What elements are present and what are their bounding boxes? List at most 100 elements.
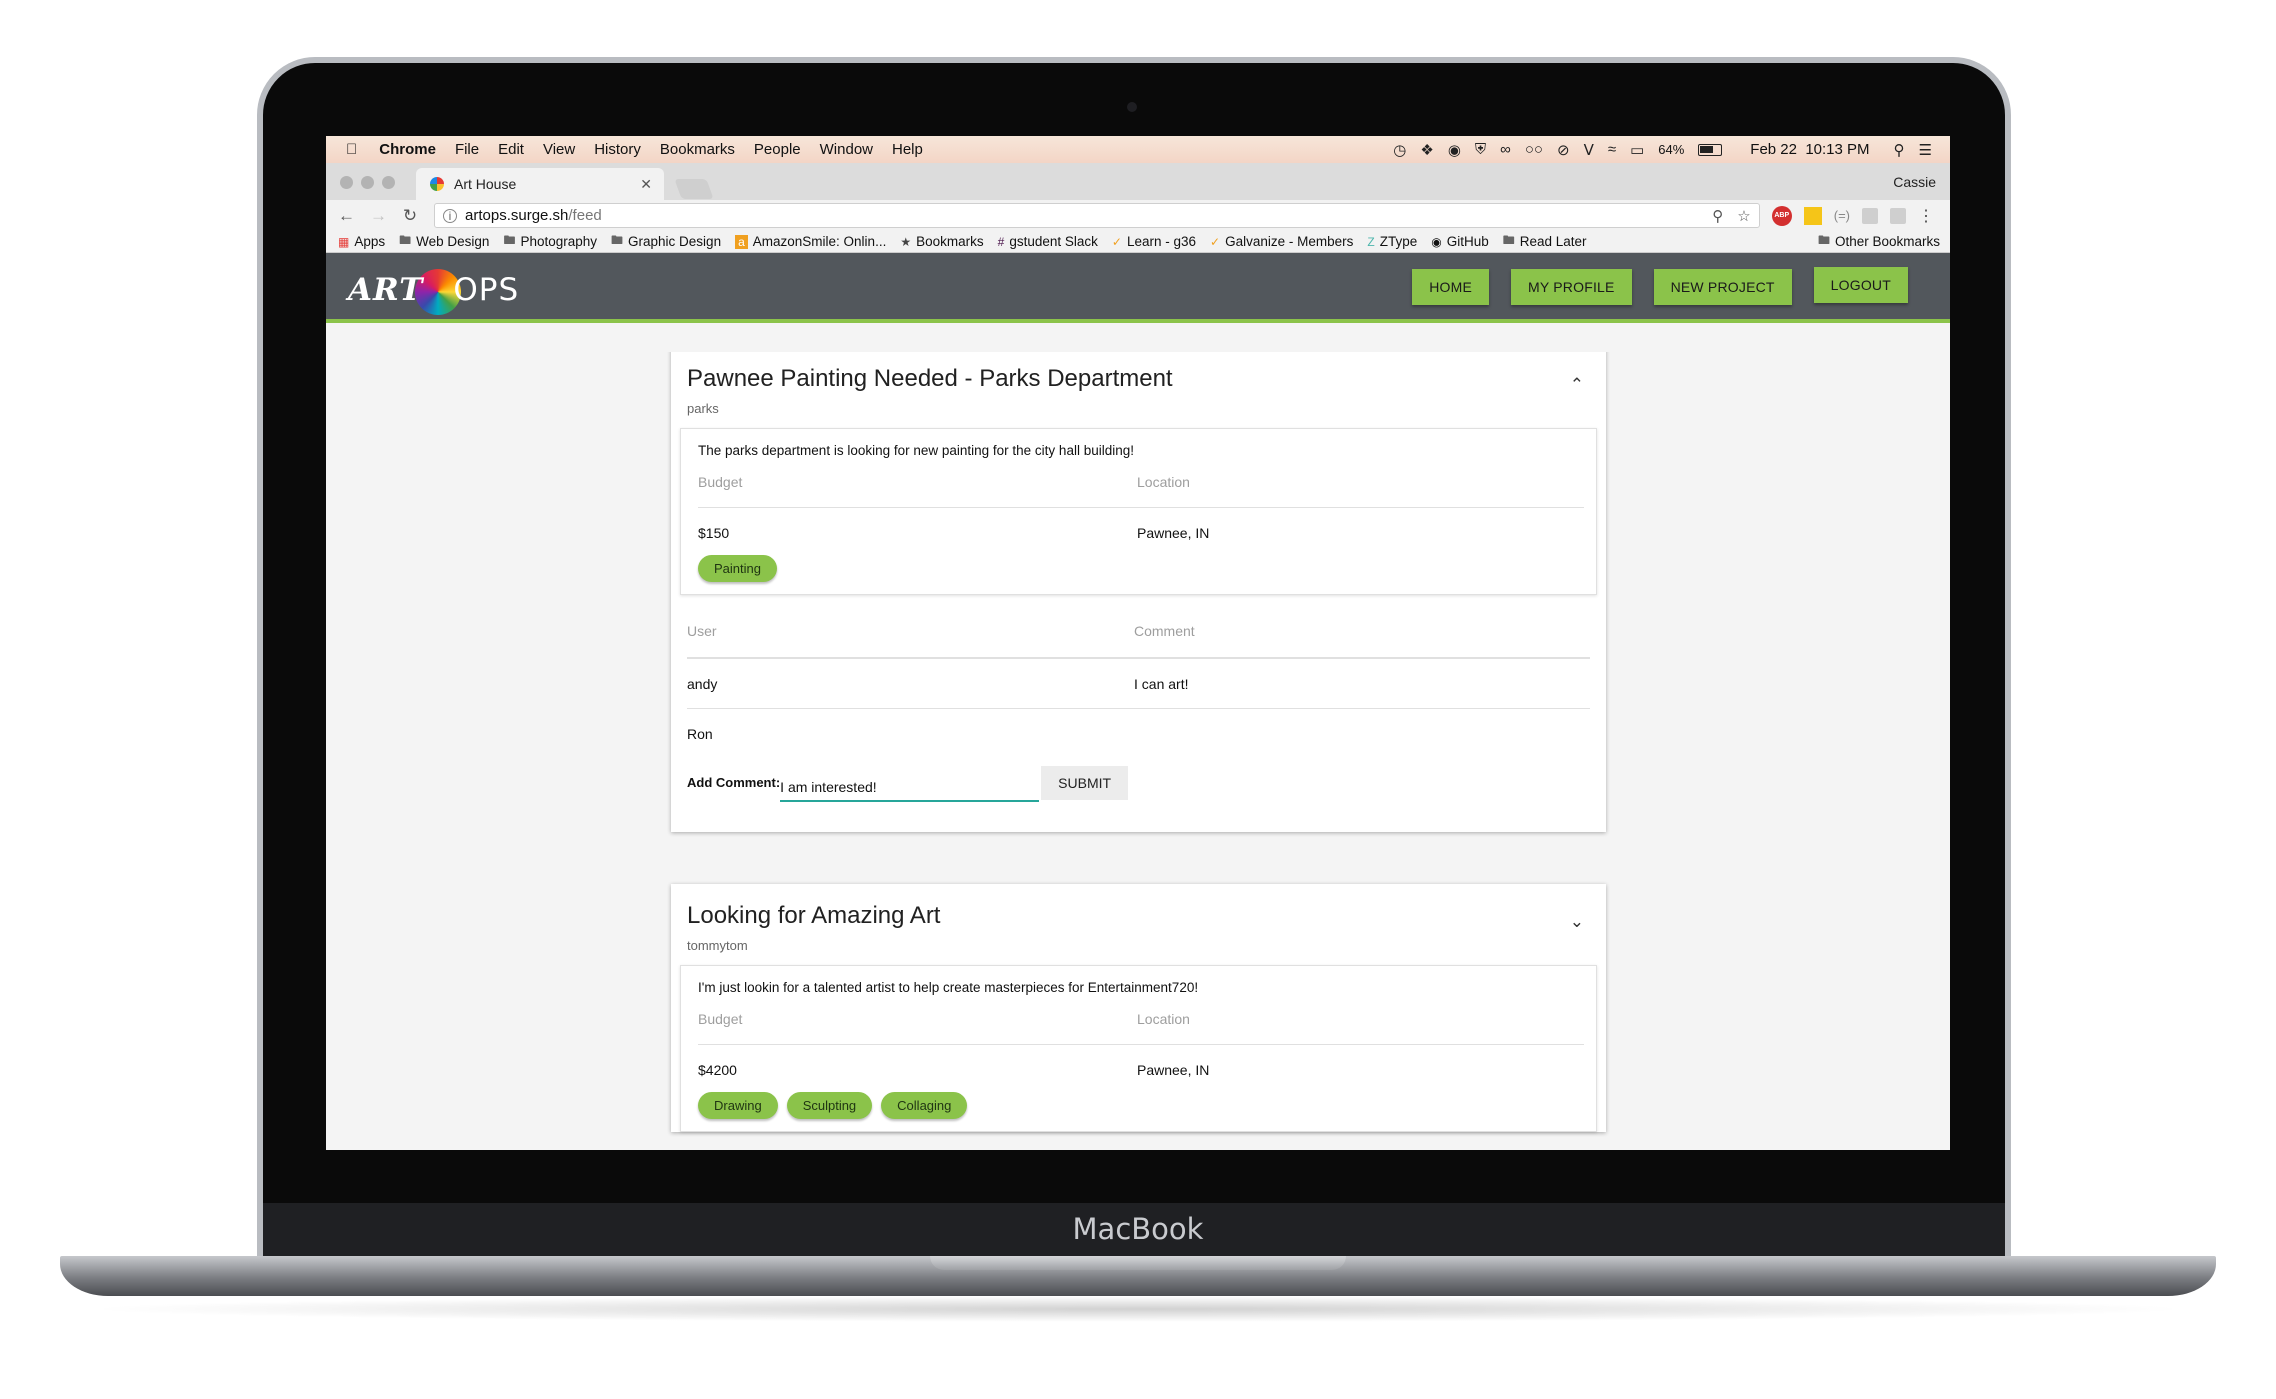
budget-value: $4200 — [698, 1062, 737, 1078]
chrome-menu-icon[interactable]: ⋮ — [1918, 206, 1934, 226]
home-button[interactable]: HOME — [1412, 269, 1490, 305]
bookmark-learn-g36[interactable]: ✓ Learn - g36 — [1112, 234, 1196, 249]
extension-gray-icon[interactable] — [1862, 207, 1878, 224]
bookmark-apps[interactable]: ▦ Apps — [338, 234, 385, 249]
dropbox-icon[interactable]: ❖ — [1420, 141, 1433, 159]
menu-bookmarks[interactable]: Bookmarks — [660, 141, 735, 158]
blocked-icon[interactable]: ⊘ — [1557, 141, 1570, 159]
zoom-search-icon[interactable]: ⚲ — [1712, 207, 1723, 225]
spotlight-icon[interactable]: ⚲ — [1894, 141, 1905, 159]
menu-chrome[interactable]: Chrome — [379, 141, 436, 158]
star-icon: ★ — [900, 234, 912, 249]
macos-menubar:  Chrome File Edit View History Bookmark… — [326, 136, 1950, 163]
window-controls — [340, 176, 395, 189]
app-header: ART OPS HOME MY PROFILE NEW PROJECT LOGO… — [326, 253, 1950, 323]
notification-center-icon[interactable]: ☰ — [1919, 141, 1932, 159]
wifi-icon[interactable]: ≈ — [1608, 141, 1616, 158]
menu-people[interactable]: People — [754, 141, 801, 158]
comment-user: Ron — [687, 726, 713, 742]
clock[interactable]: Feb 22 10:13 PM — [1750, 141, 1869, 158]
galvanize-icon: ✓ — [1210, 234, 1221, 249]
ztype-icon: Z — [1367, 234, 1375, 249]
my-profile-button[interactable]: MY PROFILE — [1511, 269, 1632, 305]
tab-close-icon[interactable]: ✕ — [640, 176, 652, 193]
bookmark-photography[interactable]: 🖿 Photography — [503, 231, 597, 252]
amazon-icon: a — [735, 234, 748, 249]
location-value: Pawnee, IN — [1137, 1062, 1210, 1078]
new-tab-button[interactable] — [674, 179, 714, 199]
menu-history[interactable]: History — [594, 141, 641, 158]
new-project-button[interactable]: NEW PROJECT — [1653, 269, 1792, 305]
extension-k-icon[interactable] — [1890, 207, 1906, 224]
project-owner: tommytom — [687, 938, 748, 953]
project-card-header[interactable]: Looking for Amazing Art tommytom ⌄ — [671, 884, 1606, 953]
forward-icon[interactable]: → — [370, 206, 387, 226]
bookmarks-bar: ▦ Apps 🖿 Web Design 🖿 Photography 🖿 Graphic … — [326, 231, 1950, 253]
menu-edit[interactable]: Edit — [498, 141, 524, 158]
location-header: Location — [1137, 458, 1584, 508]
minimize-window-button[interactable] — [361, 176, 374, 189]
bookmark-star-icon[interactable]: ☆ — [1737, 207, 1750, 225]
menu-window[interactable]: Window — [820, 141, 873, 158]
bookmark-github[interactable]: ◉ GitHub — [1431, 234, 1489, 249]
link-icon[interactable]: ∞ — [1500, 141, 1511, 158]
back-icon[interactable]: ← — [338, 206, 355, 226]
address-bar[interactable]: i artops.surge.sh /feed ⚲ ☆ — [434, 203, 1760, 228]
chevron-down-icon[interactable]: ⌄ — [1570, 912, 1584, 932]
bookmark-label: Read Later — [1519, 234, 1587, 249]
bookmark-label: Photography — [520, 234, 598, 249]
bookmark-label: Other Bookmarks — [1834, 234, 1940, 249]
airplay-icon[interactable]: ▭ — [1630, 141, 1644, 159]
apple-icon[interactable]:  — [346, 141, 357, 158]
submit-button[interactable]: SUBMIT — [1041, 766, 1129, 800]
tab-art-house[interactable]: Art House ✕ — [416, 168, 664, 200]
bookmark-graphic-design[interactable]: 🖿 Graphic Design — [611, 231, 721, 252]
comment-user: andy — [687, 676, 718, 692]
comment-text — [1134, 709, 1590, 758]
bookmark-gstudent-slack[interactable]: # gstudent Slack — [998, 234, 1098, 249]
shield-icon[interactable]: ⛨ — [1475, 141, 1486, 158]
creative-cloud-icon[interactable]: ◉ — [1448, 141, 1461, 159]
tag-chip[interactable]: Painting — [698, 555, 777, 582]
menubar-status-area: ◷ ❖ ◉ ⛨ ∞ ○○ ⊘ ᐯ ≈ ▭ 64% Feb 22 10:13 PM… — [1393, 141, 1950, 159]
reload-icon[interactable]: ↻ — [402, 206, 418, 226]
bookmark-label: Bookmarks — [916, 234, 984, 249]
bookmark-label: Galvanize - Members — [1225, 234, 1354, 249]
bookmark-bookmarks[interactable]: ★ Bookmarks — [900, 234, 983, 249]
bookmark-amazonsmile[interactable]: a AmazonSmile: Onlin... — [735, 234, 886, 249]
bluetooth-icon[interactable]: ᐯ — [1584, 141, 1594, 159]
battery-icon[interactable] — [1698, 143, 1723, 156]
other-bookmarks[interactable]: 🖿 Other Bookmarks — [1818, 231, 1940, 252]
extension-code-icon[interactable]: (=) — [1834, 208, 1850, 223]
sticky-notes-icon[interactable] — [1803, 206, 1822, 225]
menu-view[interactable]: View — [543, 141, 575, 158]
time-machine-icon[interactable]: ◷ — [1393, 141, 1406, 159]
tag-chip[interactable]: Sculpting — [786, 1092, 873, 1119]
project-description: The parks department is looking for new … — [698, 443, 1134, 458]
bookmark-galvanize-members[interactable]: ✓ Galvanize - Members — [1210, 234, 1353, 249]
folder-icon: 🖿 — [399, 233, 412, 247]
comments-header-row: User Comment — [687, 623, 1590, 659]
slack-icon: # — [997, 234, 1005, 249]
menu-file[interactable]: File — [455, 141, 479, 158]
chevron-up-icon[interactable]: ⌃ — [1570, 375, 1584, 395]
menu-help[interactable]: Help — [892, 141, 923, 158]
browser-toolbar: ← → ↻ i artops.surge.sh /feed ⚲ ☆ ABP (=… — [326, 200, 1950, 231]
bookmark-ztype[interactable]: Z ZType — [1367, 234, 1417, 249]
profile-button[interactable]: Cassie — [1893, 174, 1936, 190]
bookmark-label: AmazonSmile: Onlin... — [752, 234, 887, 249]
tag-chip[interactable]: Drawing — [698, 1092, 778, 1119]
glasses-icon[interactable]: ○○ — [1525, 141, 1543, 158]
comment-input[interactable] — [780, 775, 1040, 802]
bookmark-read-later[interactable]: 🖿 Read Later — [1503, 231, 1587, 252]
project-card-header[interactable]: Pawnee Painting Needed - Parks Departmen… — [671, 352, 1606, 416]
bookmark-web-design[interactable]: 🖿 Web Design — [399, 231, 489, 252]
tag-chip[interactable]: Collaging — [881, 1092, 968, 1119]
close-window-button[interactable] — [340, 176, 353, 189]
artops-logo[interactable]: ART OPS — [348, 267, 519, 315]
user-header: User — [687, 623, 1134, 658]
info-icon[interactable]: i — [443, 208, 457, 223]
logout-button[interactable]: LOGOUT — [1813, 267, 1908, 303]
adblock-plus-icon[interactable]: ABP — [1771, 205, 1792, 226]
zoom-window-button[interactable] — [382, 176, 395, 189]
